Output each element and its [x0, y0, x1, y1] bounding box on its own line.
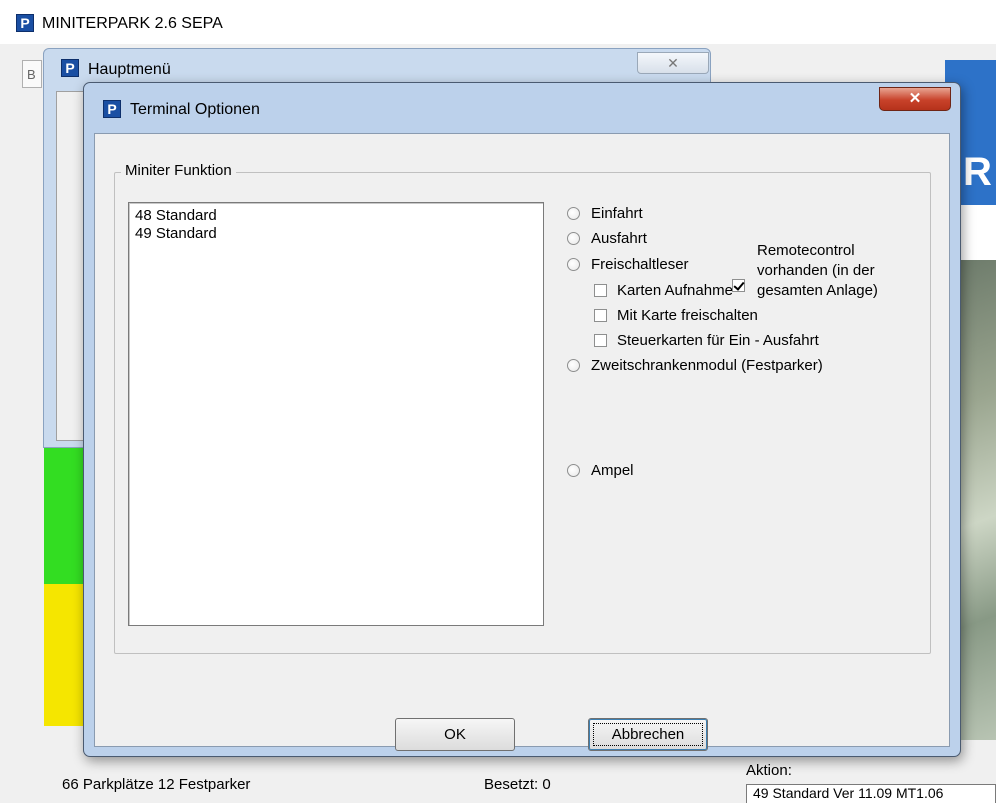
check-mit-karte-label: Mit Karte freischalten	[617, 307, 758, 324]
list-item[interactable]: 48 Standard	[135, 207, 537, 225]
radio-zweitschranken-label: Zweitschrankenmodul (Festparker)	[591, 357, 823, 374]
occupied-text: Besetzt: 0	[484, 776, 551, 793]
radio-ampel-label: Ampel	[591, 462, 634, 479]
radio-circle	[567, 359, 580, 372]
radio-ampel[interactable]: Ampel	[567, 462, 634, 479]
hauptmenu-app-icon: P	[61, 59, 79, 77]
main-titlebar: P MINITERPARK 2.6 SEPA	[0, 0, 996, 44]
remotecontrol-label: Remotecontrol vorhanden (in der gesamten…	[757, 238, 927, 300]
radio-circle	[567, 258, 580, 271]
dialog-close-button[interactable]: ✕	[879, 87, 951, 111]
radio-einfahrt-label: Einfahrt	[591, 205, 643, 222]
check-steuerkarten-label: Steuerkarten für Ein - Ausfahrt	[617, 332, 819, 349]
action-field[interactable]: 49 Standard Ver 11.09 MT1.06	[746, 784, 996, 803]
close-icon: ✕	[667, 55, 679, 71]
action-label: Aktion:	[746, 762, 792, 779]
remotecontrol-checkbox[interactable]	[732, 279, 745, 292]
radio-einfahrt[interactable]: Einfahrt	[567, 205, 643, 222]
list-item[interactable]: 49 Standard	[135, 225, 537, 243]
check-karten-aufnahme[interactable]: Karten Aufnahme	[594, 282, 733, 299]
ok-button[interactable]: OK	[395, 718, 515, 751]
remotecontrol-label-line2: vorhanden (in der	[757, 262, 875, 279]
remotecontrol-label-line3: gesamten Anlage)	[757, 282, 878, 299]
hauptmenu-title: Hauptmenü	[88, 61, 171, 78]
background-logo-letter: R	[963, 150, 992, 194]
hauptmenu-close-button[interactable]: ✕	[637, 52, 709, 74]
focus-ring	[593, 723, 703, 746]
app-icon: P	[16, 14, 34, 32]
checkbox-box	[594, 284, 607, 297]
main-tab-stub[interactable]: B	[22, 60, 42, 88]
dialog-app-icon: P	[103, 100, 121, 118]
checkbox-box	[594, 309, 607, 322]
radio-circle	[567, 464, 580, 477]
cancel-button[interactable]: Abbrechen	[588, 718, 708, 751]
dialog-title: Terminal Optionen	[130, 101, 260, 118]
remotecontrol-label-line1: Remotecontrol	[757, 242, 855, 259]
radio-freischaltleser[interactable]: Freischaltleser	[567, 256, 689, 273]
radio-zweitschranken[interactable]: Zweitschrankenmodul (Festparker)	[567, 357, 823, 374]
checkbox-box	[594, 334, 607, 347]
check-karten-aufnahme-label: Karten Aufnahme	[617, 282, 733, 299]
dialog-body: Miniter Funktion 48 Standard 49 Standard…	[94, 133, 950, 751]
check-mit-karte-freischalten[interactable]: Mit Karte freischalten	[594, 307, 758, 324]
groupbox-label: Miniter Funktion	[121, 162, 236, 179]
radio-circle	[567, 207, 580, 220]
terminal-options-dialog: P Terminal Optionen ✕ Miniter Funktion 4…	[83, 82, 961, 757]
parking-count-text: 66 Parkplätze 12 Festparker	[62, 776, 251, 793]
check-steuerkarten[interactable]: Steuerkarten für Ein - Ausfahrt	[594, 332, 819, 349]
radio-ausfahrt-label: Ausfahrt	[591, 230, 647, 247]
hauptmenu-content	[56, 91, 86, 441]
radio-circle	[567, 232, 580, 245]
main-window-title: MINITERPARK 2.6 SEPA	[42, 15, 223, 32]
close-icon: ✕	[908, 90, 922, 107]
terminal-listbox[interactable]: 48 Standard 49 Standard	[128, 202, 544, 626]
radio-freischaltleser-label: Freischaltleser	[591, 256, 689, 273]
radio-ausfahrt[interactable]: Ausfahrt	[567, 230, 647, 247]
